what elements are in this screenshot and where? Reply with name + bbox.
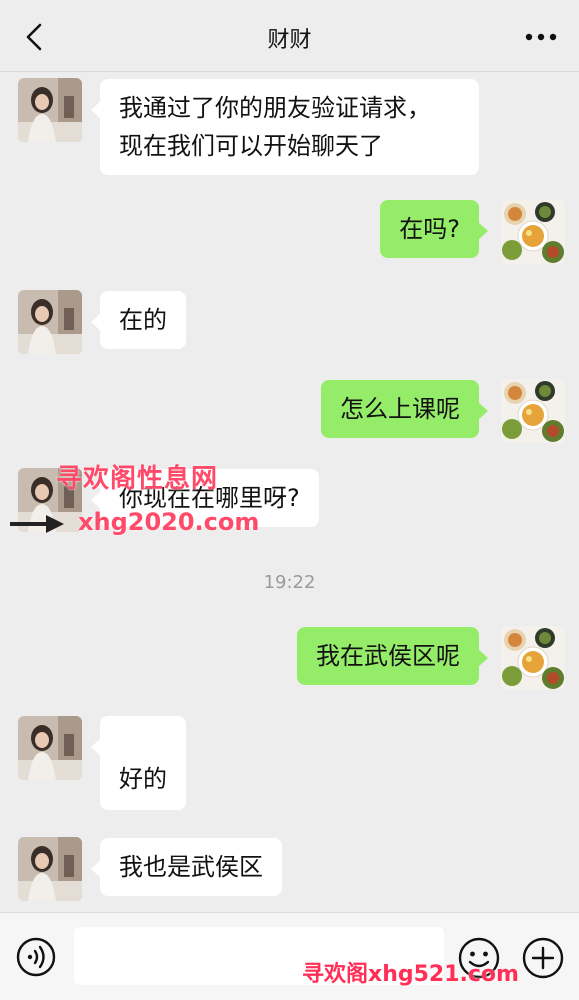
contact-avatar[interactable] [18, 837, 82, 901]
contact-avatar[interactable] [18, 716, 82, 780]
message-bubble-outgoing[interactable]: 我在武侯区呢 [297, 627, 488, 685]
contact-avatar[interactable] [18, 78, 82, 142]
message-bubble-incoming[interactable]: 我通过了你的朋友验证请求， 现在我们可以开始聊天了 [91, 79, 479, 175]
chat-header: 财财 [0, 0, 579, 72]
my-avatar[interactable] [501, 379, 565, 443]
message-bubble-incoming[interactable]: 在的 [91, 291, 186, 349]
message-bubble-incoming[interactable]: 我也是武侯区 [91, 838, 282, 896]
arrow-right-icon [10, 515, 64, 533]
message-bubble-outgoing[interactable]: 在吗? [380, 200, 488, 258]
my-avatar[interactable] [501, 626, 565, 690]
page-title: 财财 [267, 28, 312, 53]
more-icon [525, 33, 557, 41]
my-avatar[interactable] [501, 200, 565, 264]
message-bubble-incoming[interactable]: 好的 [91, 716, 186, 810]
plus-icon [522, 937, 564, 979]
watermark-text: xhg2020.com [78, 508, 260, 536]
voice-icon [16, 937, 56, 977]
contact-avatar[interactable] [18, 290, 82, 354]
plus-button[interactable] [522, 937, 564, 983]
watermark-text: 寻欢阁性息网 [56, 464, 219, 494]
voice-button[interactable] [16, 937, 56, 981]
timestamp: 19:22 [263, 572, 316, 593]
more-button[interactable] [521, 20, 561, 54]
message-bubble-outgoing[interactable]: 怎么上课呢 [321, 380, 488, 438]
watermark-text: 寻欢阁xhg521.com [302, 962, 519, 987]
